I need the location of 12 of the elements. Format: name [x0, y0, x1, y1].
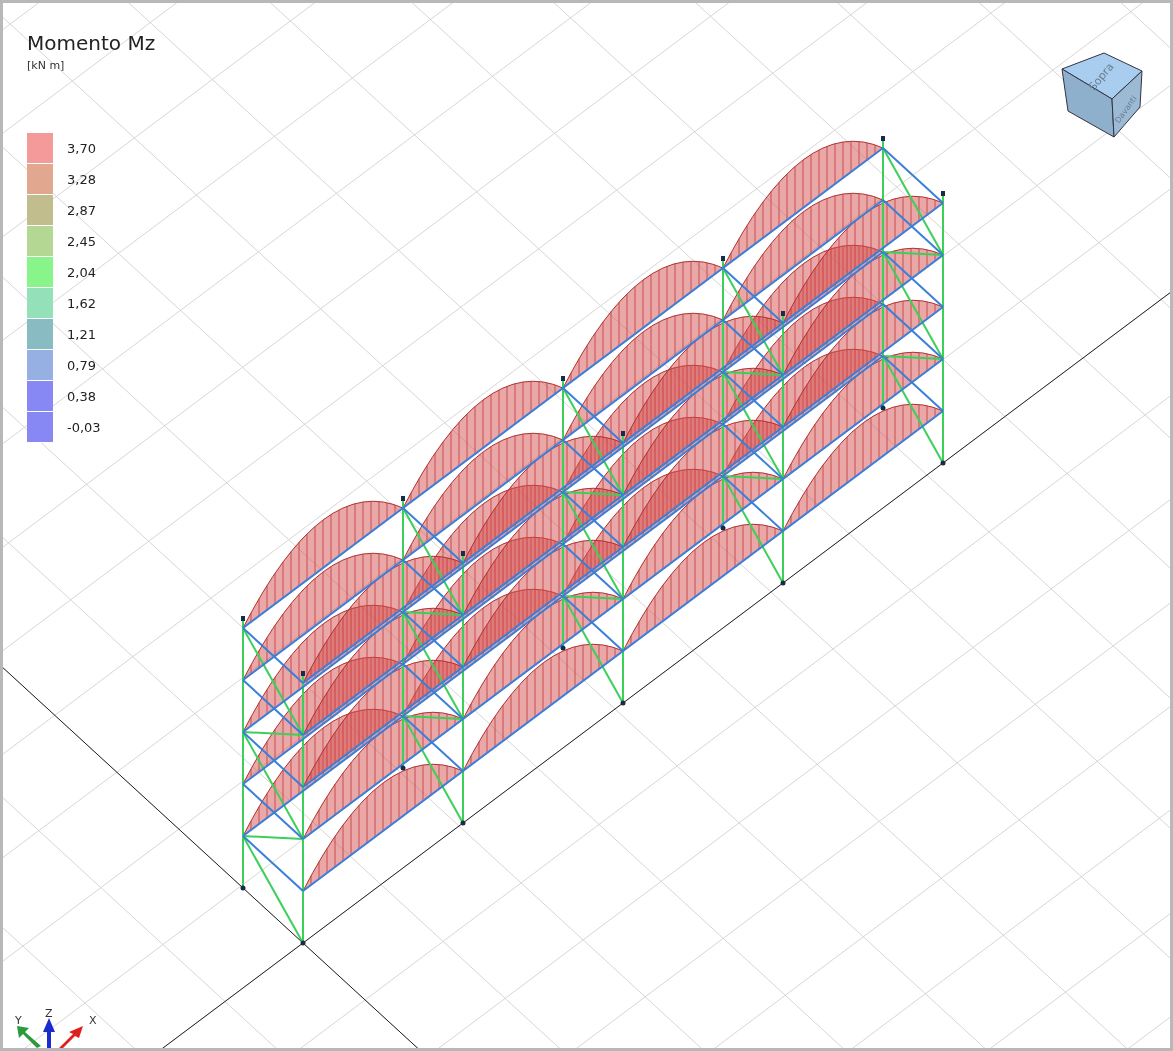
unit-label: [kN m]: [27, 58, 66, 74]
legend-value: 2,87: [67, 203, 96, 217]
diagram-title: Momento Mz: [27, 31, 156, 56]
legend-value: 3,28: [67, 172, 96, 186]
legend-value: 3,70: [67, 141, 96, 155]
legend-value: 1,21: [67, 327, 96, 341]
legend-value: 1,62: [67, 296, 96, 310]
legend-value: 0,38: [67, 389, 96, 403]
legend-value: -0,03: [67, 420, 101, 434]
legend-value: 0,79: [67, 358, 96, 372]
legend-value: 2,04: [67, 265, 96, 279]
legend-value: 2,45: [67, 234, 96, 248]
